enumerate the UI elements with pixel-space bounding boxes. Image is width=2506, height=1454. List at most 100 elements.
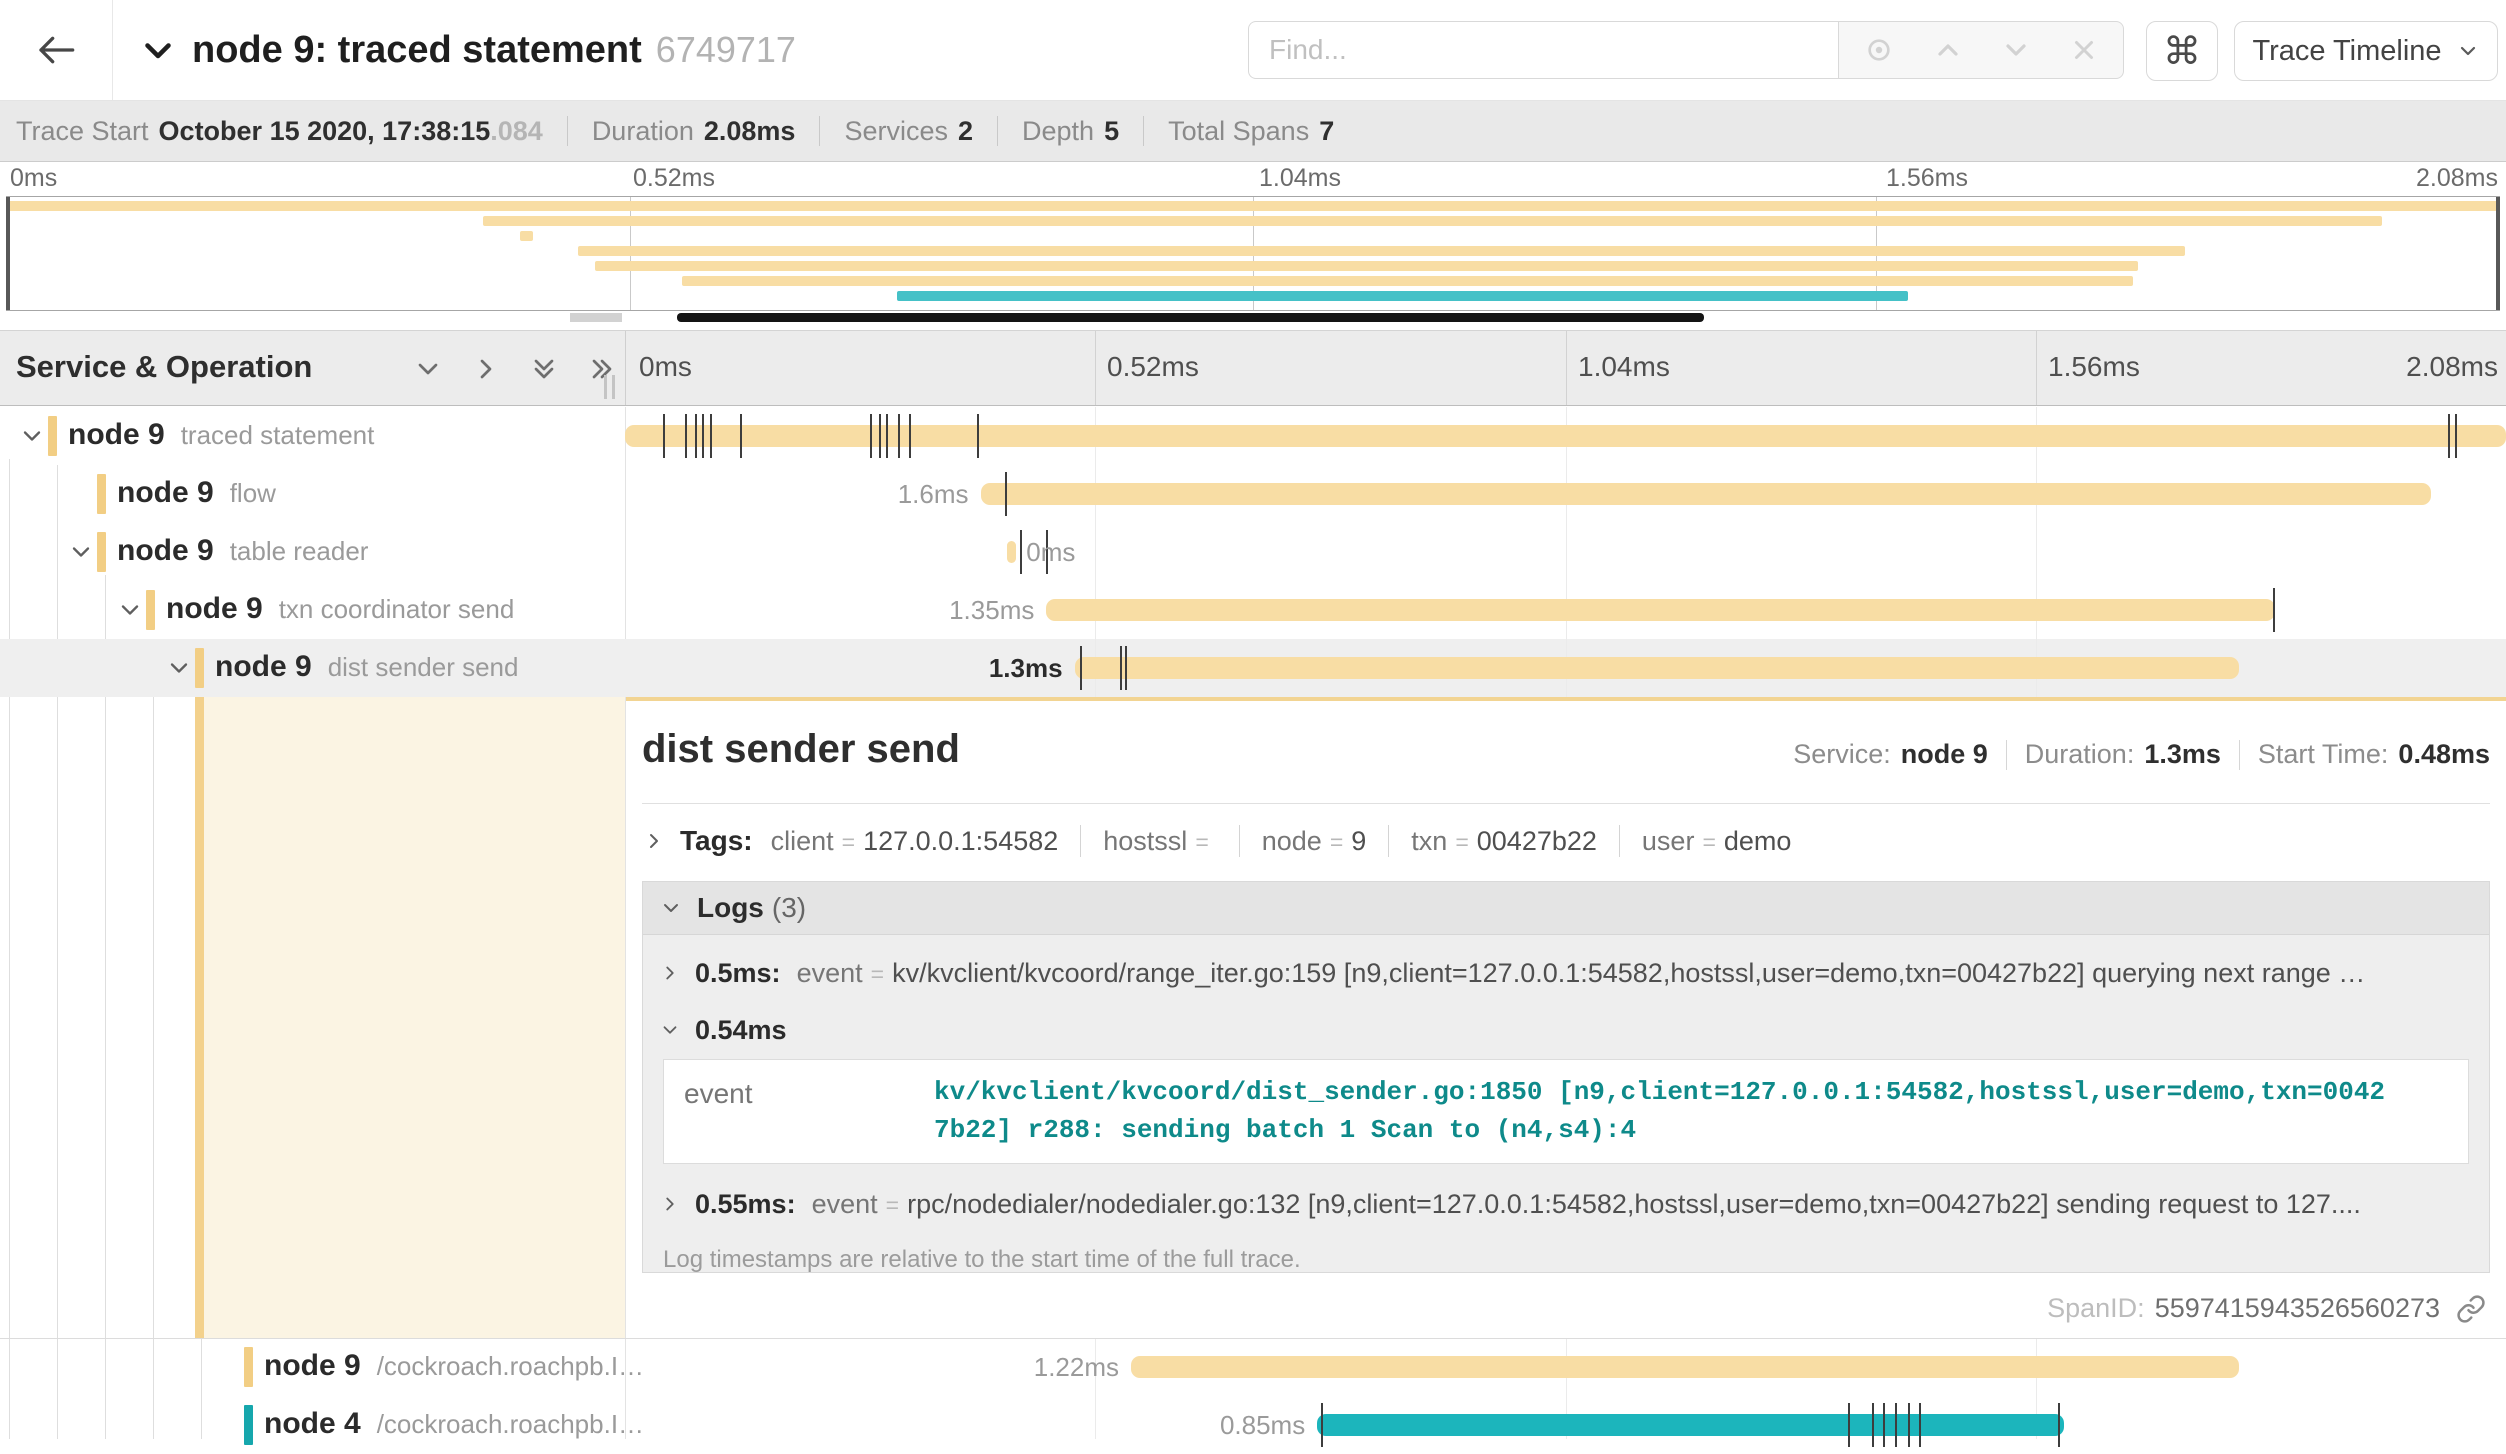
span-duration-label: 1.35ms	[949, 581, 1046, 639]
divider	[1143, 116, 1144, 146]
span-name-cell[interactable]: node 9flow	[0, 465, 625, 523]
span-bar[interactable]	[625, 425, 2506, 447]
span-id-label: SpanID:	[2047, 1293, 2145, 1324]
depth-label: Depth	[1022, 116, 1094, 147]
span-name-cell[interactable]: node 4/cockroach.roachpb.I…	[0, 1396, 625, 1454]
span-bar[interactable]	[1046, 599, 2274, 621]
chevron-down-icon[interactable]	[116, 596, 144, 624]
minimap-right-scrubber[interactable]	[2496, 197, 2500, 310]
span-bar[interactable]	[1131, 1356, 2239, 1378]
find-prev-icon[interactable]	[1932, 34, 1964, 66]
service-color-swatch	[244, 1347, 253, 1387]
logs-section: Logs (3) 0.5ms: event=kv/kvclient/kvcoor…	[642, 881, 2490, 1273]
top-bar: node 9: traced statement 6749717 ⌘ Trace…	[0, 0, 2506, 101]
find-clear-icon[interactable]	[2069, 35, 2099, 65]
minimap-span-bar	[595, 261, 2138, 271]
trace-start-fraction: .084	[490, 116, 543, 147]
log-timestamp: 0.5ms:	[695, 958, 781, 989]
service-color-swatch	[97, 532, 106, 572]
span-name-cell[interactable]: node 9dist sender send	[0, 639, 625, 697]
link-icon[interactable]	[2456, 1294, 2486, 1324]
log-summary: event=kv/kvclient/kvcoord/range_iter.go:…	[797, 958, 2366, 989]
column-resize-handle[interactable]	[604, 375, 615, 399]
span-name-cell[interactable]: node 9traced statement	[0, 407, 625, 465]
operation-name: flow	[230, 478, 276, 508]
span-bar[interactable]	[1007, 541, 1016, 563]
log-marker	[1883, 1403, 1885, 1447]
depth-value: 5	[1104, 116, 1119, 147]
keyboard-shortcuts-button[interactable]: ⌘	[2146, 21, 2218, 81]
log-marker	[1848, 1403, 1850, 1447]
chevron-down-icon[interactable]	[165, 654, 193, 682]
span-row[interactable]: node 9/cockroach.roachpb.I… 1.22ms	[0, 1338, 2506, 1396]
log-field-value: kv/kvclient/kvcoord/dist_sender.go:1850 …	[934, 1074, 2386, 1149]
service-color-swatch	[97, 474, 106, 514]
log-entry[interactable]: 0.5ms: event=kv/kvclient/kvcoord/range_i…	[659, 943, 2473, 1003]
services-label: Services	[844, 116, 948, 147]
log-marker	[1321, 1403, 1323, 1447]
locate-icon[interactable]	[1863, 34, 1895, 66]
span-bar[interactable]	[1075, 657, 2239, 679]
minimap-canvas[interactable]	[6, 196, 2500, 311]
logs-title: Logs	[697, 892, 764, 924]
chevron-down-icon[interactable]	[67, 538, 95, 566]
span-row[interactable]: node 4/cockroach.roachpb.I… 0.85ms	[0, 1396, 2506, 1454]
service-color-swatch	[48, 416, 57, 456]
span-row[interactable]: node 9table reader 0ms	[0, 523, 2506, 581]
log-entry[interactable]: 0.55ms: event=rpc/nodedialer/nodedialer.…	[659, 1174, 2473, 1234]
span-row[interactable]: node 9txn coordinator send 1.35ms	[0, 581, 2506, 639]
collapse-one-icon[interactable]	[412, 353, 444, 385]
scrollbar-thumb[interactable]	[677, 313, 1704, 322]
span-row[interactable]: node 9traced statement	[0, 407, 2506, 465]
collapse-all-icon[interactable]	[528, 353, 560, 385]
span-name-cell[interactable]: node 9/cockroach.roachpb.I…	[0, 1338, 625, 1396]
expand-one-icon[interactable]	[470, 353, 502, 385]
span-id-value: 5597415943526560273	[2155, 1293, 2440, 1324]
log-timestamp: 0.54ms	[695, 1015, 787, 1046]
log-summary: event=rpc/nodedialer/nodedialer.go:132 […	[812, 1189, 2361, 1220]
chevron-down-icon	[659, 1019, 681, 1041]
grid-tick: 0.52ms	[1107, 351, 1199, 383]
log-marker	[1125, 646, 1127, 690]
divider	[1080, 825, 1081, 857]
minimap-span-bar	[682, 276, 2132, 286]
view-selector-button[interactable]: Trace Timeline	[2234, 21, 2498, 81]
span-name-cell[interactable]: node 9txn coordinator send	[0, 581, 625, 639]
operation-name: traced statement	[181, 420, 375, 450]
start-time-label: Start Time:	[2258, 739, 2389, 770]
tags-row[interactable]: Tags: client=127.0.0.1:54582 hostssl= no…	[642, 817, 1791, 865]
page-title: node 9: traced statement	[192, 29, 642, 72]
chevron-down-icon[interactable]	[18, 422, 46, 450]
log-entry-expanded-header[interactable]: 0.54ms	[659, 1003, 2473, 1057]
logs-header[interactable]: Logs (3)	[643, 882, 2489, 935]
log-marker	[710, 414, 712, 458]
service-operation-title: Service & Operation	[16, 349, 312, 385]
span-row-selected[interactable]: node 9dist sender send 1.3ms	[0, 639, 2506, 697]
minimap-span-bar	[578, 246, 2185, 256]
collapse-chevron-icon[interactable]	[140, 32, 176, 68]
span-duration-label: 0.85ms	[1220, 1396, 1317, 1454]
start-time-value: 0.48ms	[2398, 739, 2490, 770]
span-bar[interactable]	[1317, 1414, 2064, 1436]
grid-tick: 1.04ms	[1578, 351, 1670, 383]
log-marker	[2455, 414, 2457, 458]
view-selector-label: Trace Timeline	[2252, 35, 2441, 68]
timeline-minimap[interactable]: 0ms 0.52ms 1.04ms 1.56ms 2.08ms	[0, 162, 2506, 330]
chevron-right-icon	[659, 962, 681, 984]
tag-item: client=127.0.0.1:54582	[771, 826, 1059, 857]
find-group	[1248, 21, 2124, 79]
service-operation-header: Service & Operation	[0, 331, 626, 405]
log-marker	[2448, 414, 2450, 458]
find-next-icon[interactable]	[2000, 34, 2032, 66]
span-bar[interactable]	[981, 483, 2431, 505]
trace-start-value: October 15 2020, 17:38:15	[159, 116, 491, 147]
minimap-left-scrubber[interactable]	[6, 197, 10, 310]
back-button[interactable]	[0, 0, 113, 100]
log-marker	[2273, 588, 2275, 632]
divider	[997, 116, 998, 146]
chevron-down-icon	[659, 896, 683, 920]
span-name-cell[interactable]: node 9table reader	[0, 523, 625, 581]
find-input[interactable]	[1248, 21, 1838, 79]
span-duration-label: 1.22ms	[1034, 1338, 1131, 1396]
span-row[interactable]: node 9flow 1.6ms	[0, 465, 2506, 523]
